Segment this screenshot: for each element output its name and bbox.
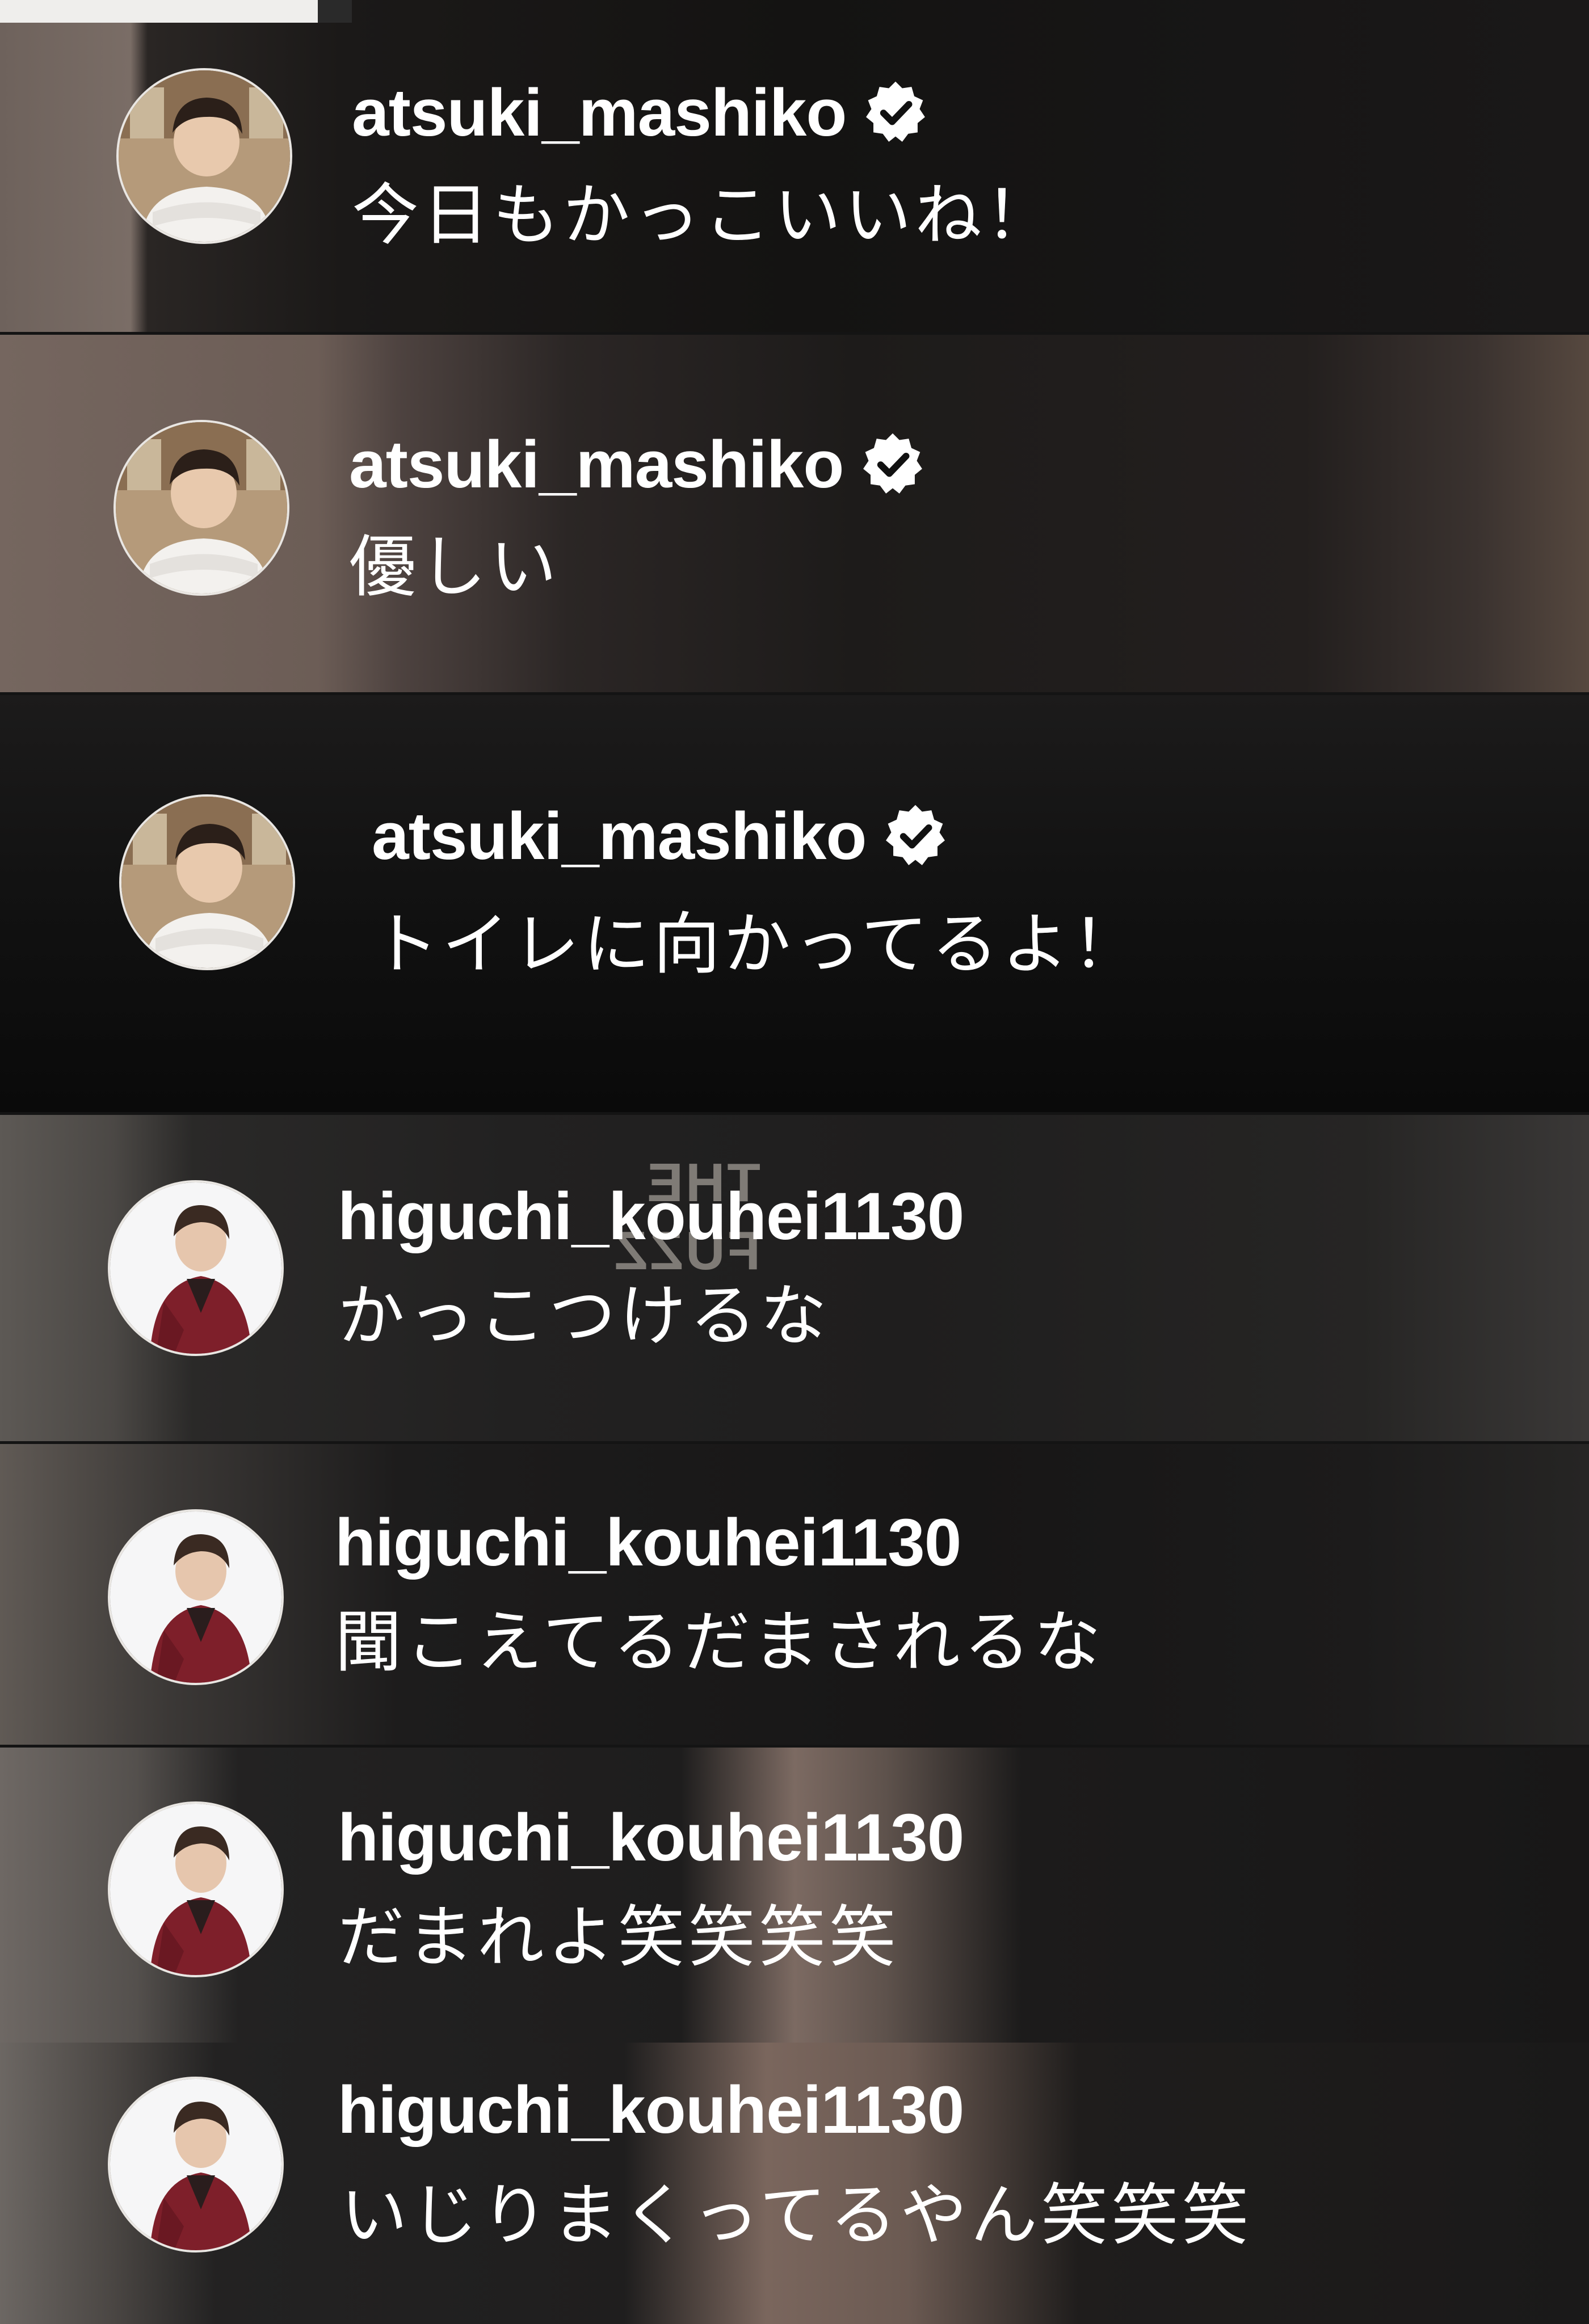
comment-username[interactable]: higuchi_kouhei1130 [335,1509,961,1576]
username-text: atsuki_mashiko [352,75,847,150]
comment-username[interactable]: atsuki_mashiko [352,79,929,151]
comment-username[interactable]: higuchi_kouhei1130 [338,1183,964,1250]
comment-panel: higuchi_kouhei1130 だまれよ笑笑笑笑 [0,1748,1589,2043]
avatar[interactable] [108,1509,284,1685]
comment-panel: atsuki_mashiko 優しい [0,335,1589,692]
comment-text: 聞こえてるだまされるな [335,1603,1104,1681]
username-text: higuchi_kouhei1130 [335,1505,961,1580]
avatar[interactable] [119,794,295,970]
comment-text: 優しい [349,528,561,606]
comment-panel: higuchi_kouhei1130 いじりまくってるやん笑笑笑 [0,2043,1589,2324]
atsuki-avatar-icon [119,70,290,242]
avatar[interactable] [108,1801,284,1977]
higuchi-avatar-icon [110,1182,281,1354]
username-text: higuchi_kouhei1130 [338,2073,964,2148]
live-comments-screenshot: atsuki_mashiko 今日もかっこいいね！ atsuki_mashiko [0,0,1589,2324]
comment-panel: higuchi_kouhei1130 聞こえてるだまされるな [0,1444,1589,1745]
comment-text: トイレに向かってるよ！ [372,905,1143,983]
username-text: higuchi_kouhei1130 [338,1800,964,1875]
verified-badge-icon [863,433,923,494]
comment-panel: THE FUZZ higuchi_kouhei1130 かっこつけるな [0,1115,1589,1441]
avatar[interactable] [114,420,289,596]
higuchi-avatar-icon [110,1804,281,1975]
comment-text: いじりまくってるやん笑笑笑 [340,2176,1252,2254]
atsuki-avatar-icon [121,797,293,968]
higuchi-avatar-icon [110,2079,281,2250]
avatar[interactable] [108,1180,284,1356]
comment-username[interactable]: atsuki_mashiko [349,431,926,503]
verified-badge-icon [866,81,926,142]
verified-badge-icon [886,805,945,865]
avatar[interactable] [116,68,292,244]
higuchi-avatar-icon [110,1512,281,1683]
comment-username[interactable]: higuchi_kouhei1130 [338,2077,964,2144]
username-text: higuchi_kouhei1130 [338,1179,964,1254]
comment-username[interactable]: higuchi_kouhei1130 [338,1804,964,1871]
comment-panel: atsuki_mashiko 今日もかっこいいね！ [0,0,1589,332]
username-text: atsuki_mashiko [372,799,867,874]
comment-panel: atsuki_mashiko トイレに向かってるよ！ [0,695,1589,1112]
username-text: atsuki_mashiko [349,427,844,502]
comment-text: 今日もかっこいいね！ [352,176,1056,254]
comment-text: だまれよ笑笑笑笑 [338,1898,899,1976]
comment-username[interactable]: atsuki_mashiko [372,803,949,875]
avatar[interactable] [108,2077,284,2253]
atsuki-avatar-icon [116,422,287,593]
comment-text: かっこつけるな [338,1277,831,1355]
